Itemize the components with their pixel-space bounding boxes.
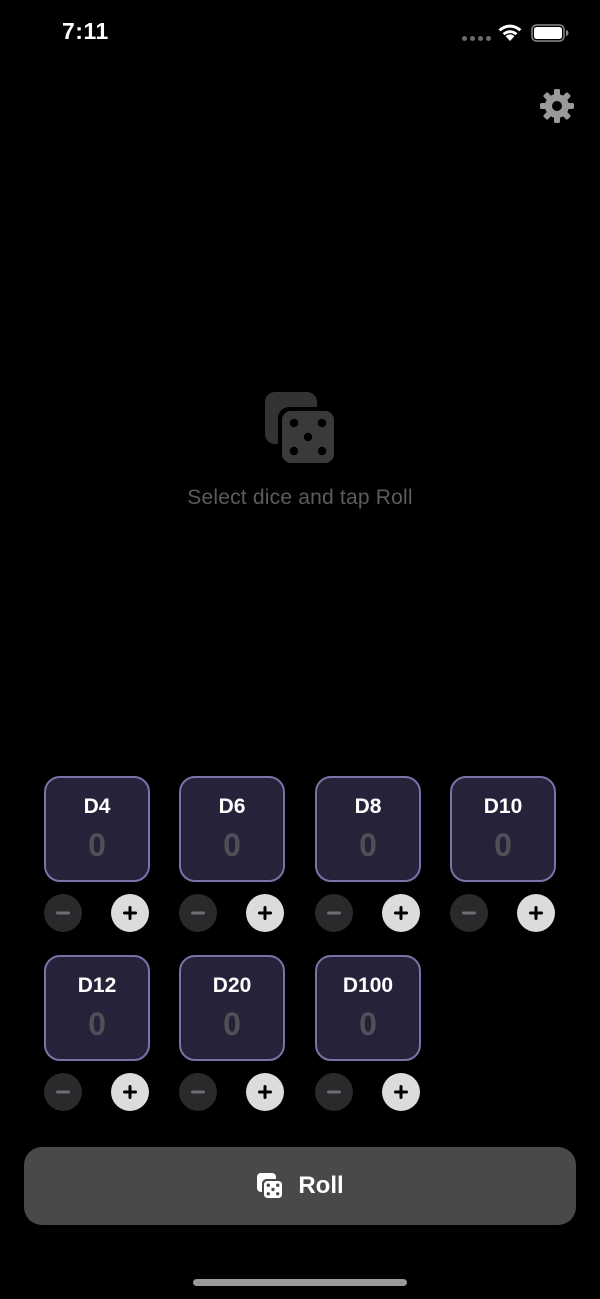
- die-label: D100: [342, 974, 394, 997]
- settings-button[interactable]: [539, 88, 575, 124]
- decrement-button[interactable]: [44, 894, 82, 932]
- die-count: 0: [88, 827, 106, 863]
- decrement-button[interactable]: [179, 1073, 217, 1111]
- plus-icon: [394, 906, 408, 920]
- die-selector-d8: D8 0: [315, 776, 421, 932]
- minus-icon: [191, 911, 205, 915]
- battery-icon: [531, 24, 569, 42]
- die-selector-d4: D4 0: [44, 776, 150, 932]
- die-label: D6: [218, 795, 246, 818]
- increment-button[interactable]: [382, 894, 420, 932]
- wifi-icon: [498, 24, 522, 41]
- cellular-signal-icon: [462, 36, 491, 41]
- empty-state: Select dice and tap Roll: [0, 390, 600, 510]
- die-selector-d10: D10 0: [450, 776, 556, 932]
- increment-button[interactable]: [111, 1073, 149, 1111]
- decrement-button[interactable]: [44, 1073, 82, 1111]
- minus-icon: [327, 1090, 341, 1094]
- decrement-button[interactable]: [315, 894, 353, 932]
- die-selector-d100: D100 0: [315, 955, 421, 1111]
- plus-icon: [258, 906, 272, 920]
- die-card[interactable]: D8 0: [315, 776, 421, 882]
- minus-icon: [462, 911, 476, 915]
- die-count: 0: [359, 1006, 377, 1042]
- increment-button[interactable]: [382, 1073, 420, 1111]
- die-card[interactable]: D6 0: [179, 776, 285, 882]
- dice-icon: [265, 392, 336, 465]
- minus-icon: [56, 1090, 70, 1094]
- die-label: D12: [77, 974, 117, 997]
- gear-icon: [540, 89, 574, 123]
- die-selector-d6: D6 0: [179, 776, 285, 932]
- increment-button[interactable]: [246, 1073, 284, 1111]
- empty-state-message: Select dice and tap Roll: [187, 486, 413, 509]
- die-card[interactable]: D12 0: [44, 955, 150, 1061]
- plus-icon: [123, 906, 137, 920]
- roll-button-label: Roll: [298, 1172, 344, 1199]
- die-count: 0: [223, 1006, 241, 1042]
- die-card[interactable]: D100 0: [315, 955, 421, 1061]
- home-indicator[interactable]: [193, 1279, 407, 1286]
- plus-icon: [123, 1085, 137, 1099]
- roll-button[interactable]: Roll: [24, 1147, 576, 1225]
- die-label: D4: [83, 795, 111, 818]
- minus-icon: [191, 1090, 205, 1094]
- die-label: D8: [354, 795, 382, 818]
- die-card[interactable]: D20 0: [179, 955, 285, 1061]
- die-count: 0: [88, 1006, 106, 1042]
- increment-button[interactable]: [111, 894, 149, 932]
- die-count: 0: [359, 827, 377, 863]
- die-card[interactable]: D4 0: [44, 776, 150, 882]
- die-selector-d20: D20 0: [179, 955, 285, 1111]
- status-time: 7:11: [62, 18, 109, 44]
- die-count: 0: [223, 827, 241, 863]
- die-count: 0: [494, 827, 512, 863]
- minus-icon: [327, 911, 341, 915]
- plus-icon: [258, 1085, 272, 1099]
- plus-icon: [394, 1085, 408, 1099]
- minus-icon: [56, 911, 70, 915]
- die-label: D10: [483, 795, 523, 818]
- die-selector-d12: D12 0: [44, 955, 150, 1111]
- status-bar: 7:11: [0, 0, 600, 70]
- dice-icon: [257, 1173, 285, 1200]
- decrement-button[interactable]: [315, 1073, 353, 1111]
- decrement-button[interactable]: [179, 894, 217, 932]
- decrement-button[interactable]: [450, 894, 488, 932]
- die-label: D20: [212, 974, 252, 997]
- die-card[interactable]: D10 0: [450, 776, 556, 882]
- increment-button[interactable]: [246, 894, 284, 932]
- plus-icon: [529, 906, 543, 920]
- increment-button[interactable]: [517, 894, 555, 932]
